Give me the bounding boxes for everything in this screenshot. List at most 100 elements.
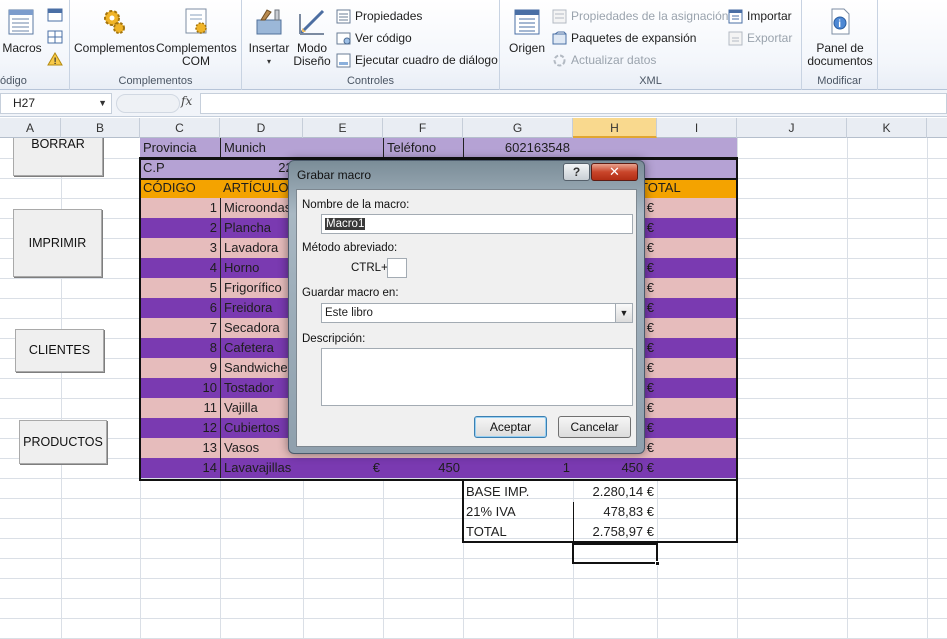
propiedades-asignacion-button[interactable]: Propiedades de la asignación xyxy=(552,7,728,25)
precio-cell[interactable]: 450 xyxy=(383,458,463,478)
codigo-cell[interactable]: 5 xyxy=(140,278,220,298)
summary-iva-label[interactable]: 21% IVA xyxy=(463,502,573,522)
codigo-cell[interactable]: 14 xyxy=(140,458,220,478)
group-controles: Insertar ▾ Modo Diseño Propiedades Ver c… xyxy=(242,0,500,90)
formula-input[interactable] xyxy=(200,93,947,114)
shortcut-label: Método abreviado: xyxy=(302,242,398,254)
selected-cell[interactable] xyxy=(572,543,660,566)
close-icon[interactable]: ✕ xyxy=(591,163,638,181)
modo-diseno-button[interactable]: Modo Diseño xyxy=(292,6,332,68)
codigo-cell[interactable]: 13 xyxy=(140,438,220,458)
codigo-cell[interactable]: 10 xyxy=(140,378,220,398)
ver-codigo-button[interactable]: Ver código xyxy=(336,29,412,47)
codigo-cell[interactable]: 4 xyxy=(140,258,220,278)
actualizar-datos-label: Actualizar datos xyxy=(571,53,657,67)
refresh-data-icon xyxy=(553,54,566,67)
design-mode-icon xyxy=(299,9,325,35)
chevron-down-icon[interactable]: ▼ xyxy=(98,94,107,113)
relative-refs-icon[interactable] xyxy=(47,30,63,44)
column-header-f[interactable]: F xyxy=(383,118,463,138)
telefono-label[interactable]: Teléfono xyxy=(383,138,463,158)
column-header-j[interactable]: J xyxy=(737,118,847,138)
help-icon[interactable]: ? xyxy=(563,163,590,181)
productos-button[interactable]: PRODUCTOS xyxy=(19,420,107,464)
insertar-button[interactable]: Insertar ▾ xyxy=(246,6,292,68)
name-box-value: H27 xyxy=(13,96,36,110)
exportar-label: Exportar xyxy=(747,31,793,45)
actualizar-datos-button[interactable]: Actualizar datos xyxy=(552,51,656,69)
formula-bar-resize-handle[interactable] xyxy=(116,94,180,113)
paquetes-expansion-button[interactable]: Paquetes de expansión xyxy=(552,29,696,47)
codigo-cell[interactable]: 6 xyxy=(140,298,220,318)
toolbox-icon xyxy=(256,9,282,35)
dialog-title: Grabar macro xyxy=(297,168,372,182)
summary-base-label[interactable]: BASE IMP. xyxy=(463,482,573,502)
provincia-value[interactable]: Munich xyxy=(220,138,303,158)
macro-name-input[interactable]: Macro1 xyxy=(321,214,633,234)
summary-base-value[interactable]: 2.280,14 € xyxy=(573,482,657,502)
export-icon xyxy=(728,31,743,46)
column-header-c[interactable]: C xyxy=(140,118,220,138)
store-in-select[interactable]: Este libro ▼ xyxy=(321,303,633,323)
paquetes-expansion-label: Paquetes de expansión xyxy=(571,31,697,45)
header-codigo[interactable]: CÓDIGO xyxy=(140,178,220,198)
ctrl-label: CTRL+ xyxy=(351,262,388,274)
provincia-label[interactable]: Provincia xyxy=(140,138,220,158)
summary-total-value[interactable]: 2.758,97 € xyxy=(573,522,657,542)
group-xml: Origen Propiedades de la asignación Paqu… xyxy=(500,0,802,90)
shortcut-key-input[interactable] xyxy=(387,258,407,278)
cp-label[interactable]: C.P xyxy=(140,158,220,178)
origen-button[interactable]: Origen xyxy=(506,6,548,55)
clientes-button[interactable]: CLIENTES xyxy=(15,329,104,372)
description-textarea[interactable] xyxy=(321,348,633,406)
summary-iva-value[interactable]: 478,83 € xyxy=(573,502,657,522)
codigo-cell[interactable]: 9 xyxy=(140,358,220,378)
propiedades-label: Propiedades xyxy=(355,9,423,23)
cancel-button[interactable]: Cancelar xyxy=(558,416,631,438)
telefono-value[interactable]: 602163548 xyxy=(463,138,573,158)
total-cell[interactable]: 450 € xyxy=(573,458,657,478)
column-header-g[interactable]: G xyxy=(463,118,573,138)
header-total[interactable]: TOTAL xyxy=(637,178,737,198)
articulo-cell[interactable]: Lavavajillas xyxy=(220,458,303,478)
column-header-b[interactable]: B xyxy=(61,118,140,138)
column-header-h[interactable]: H xyxy=(573,118,657,138)
importar-button[interactable]: Importar xyxy=(728,7,792,25)
complementos-com-label: Complementos COM xyxy=(156,41,237,68)
column-header-d[interactable]: D xyxy=(220,118,303,138)
macro-security-warning-icon[interactable]: ! xyxy=(47,52,63,66)
ejecutar-dialogo-button[interactable]: Ejecutar cuadro de diálogo xyxy=(336,51,498,69)
codigo-cell[interactable]: 7 xyxy=(140,318,220,338)
accept-button[interactable]: Aceptar xyxy=(474,416,547,438)
group-codigo: Macros ! ódigo xyxy=(0,0,70,90)
chevron-down-icon[interactable]: ▼ xyxy=(615,304,632,322)
group-complementos-label: Complementos xyxy=(118,75,193,87)
cantidad-cell[interactable]: 1 xyxy=(463,458,573,478)
propiedades-button[interactable]: Propiedades xyxy=(336,7,422,25)
column-header-e[interactable]: E xyxy=(303,118,383,138)
codigo-cell[interactable]: 3 xyxy=(140,238,220,258)
fill-handle[interactable] xyxy=(655,561,660,566)
borrar-button[interactable]: BORRAR xyxy=(13,138,103,176)
complementos-com-button[interactable]: Complementos COM xyxy=(156,6,237,68)
codigo-cell[interactable]: 12 xyxy=(140,418,220,438)
column-header-k[interactable]: K xyxy=(847,118,927,138)
column-header-a[interactable]: A xyxy=(0,118,61,138)
imprimir-button[interactable]: IMPRIMIR xyxy=(13,209,102,277)
codigo-cell[interactable]: 8 xyxy=(140,338,220,358)
panel-documentos-button[interactable]: i Panel de documentos xyxy=(804,6,876,68)
record-macro-icon[interactable] xyxy=(47,8,63,22)
codigo-cell[interactable]: 2 xyxy=(140,218,220,238)
codigo-cell[interactable]: 1 xyxy=(140,198,220,218)
column-header-i[interactable]: I xyxy=(657,118,737,138)
svg-text:!: ! xyxy=(54,56,57,66)
ribbon: Macros ! ódigo Complementos Complementos… xyxy=(0,0,947,90)
complementos-button[interactable]: Complementos xyxy=(74,6,155,55)
summary-total-label[interactable]: TOTAL xyxy=(463,522,573,542)
name-box[interactable]: H27 ▼ xyxy=(0,93,112,114)
insert-function-icon[interactable]: fx xyxy=(181,94,192,108)
exportar-button[interactable]: Exportar xyxy=(728,29,792,47)
precio-symbol-cell[interactable]: € xyxy=(303,458,383,478)
codigo-cell[interactable]: 11 xyxy=(140,398,220,418)
macros-button[interactable]: Macros xyxy=(0,6,44,55)
